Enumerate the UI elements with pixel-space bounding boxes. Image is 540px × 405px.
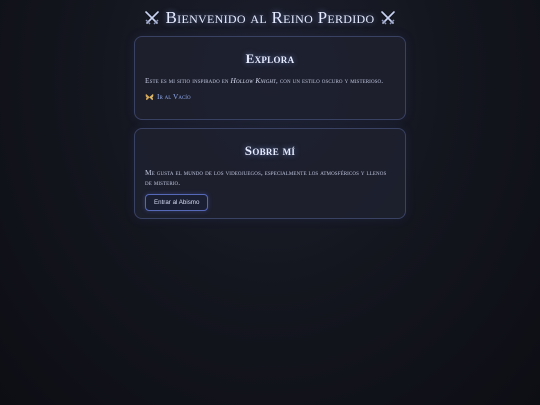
void-link-row: Ir al Vacío (145, 92, 395, 101)
crossed-swords-icon (144, 11, 159, 25)
explora-card: Explora Este es mi sitio inspirado en Ho… (134, 36, 406, 120)
explora-heading: Explora (245, 51, 295, 66)
explora-text-after: , con un estilo oscuro y misterioso. (275, 76, 384, 85)
crossed-swords-icon (381, 11, 396, 25)
sobre-description: Me gusta el mundo de los videojuegos, es… (145, 168, 387, 187)
butterfly-icon (145, 93, 154, 100)
explora-game-name: Hollow Knight (230, 76, 276, 85)
void-link[interactable]: Ir al Vacío (157, 92, 191, 101)
explora-description: Este es mi sitio inspirado en Hollow Kni… (145, 76, 395, 86)
sobre-card: Sobre mí Me gusta el mundo de los videoj… (134, 128, 406, 219)
explora-text-before: Este es mi sitio inspirado en (145, 76, 231, 85)
page-header: Bienvenido al Reino Perdido (0, 0, 540, 34)
page-title: Bienvenido al Reino Perdido (165, 8, 375, 27)
enter-abyss-button[interactable]: Entrar al Abismo (145, 194, 209, 211)
sobre-heading: Sobre mí (244, 143, 296, 158)
